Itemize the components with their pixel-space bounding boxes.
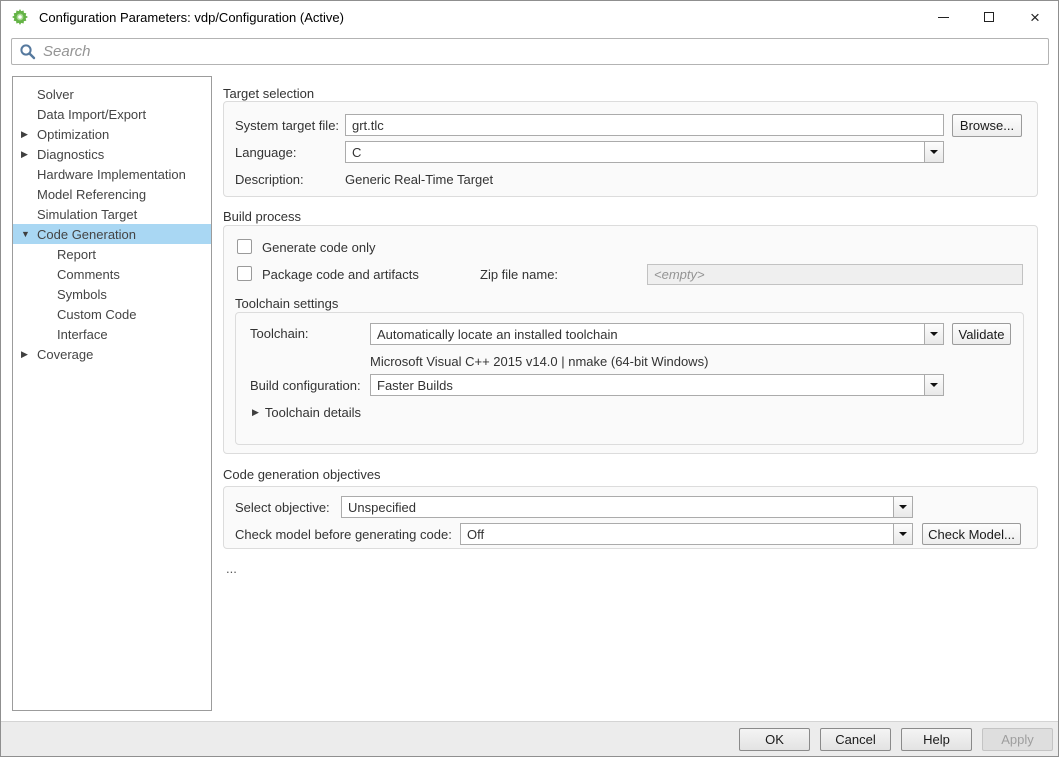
toolchain-description: Microsoft Visual C++ 2015 v14.0 | nmake … xyxy=(370,354,709,369)
chevron-down-icon[interactable] xyxy=(924,324,943,344)
main-panel: Target selection System target file: Bro… xyxy=(223,76,1049,721)
sidebar-item-label: Comments xyxy=(57,266,120,282)
chevron-down-icon[interactable] xyxy=(924,142,943,162)
language-combobox[interactable]: C xyxy=(345,141,944,163)
target-selection-groupbox: System target file: Browse... Language: … xyxy=(223,101,1038,197)
browse-button[interactable]: Browse... xyxy=(952,114,1022,137)
window-title: Configuration Parameters: vdp/Configurat… xyxy=(39,9,344,25)
sidebar-item-label: Optimization xyxy=(37,126,110,142)
objectives-groupbox: Select objective: Unspecified Check mode… xyxy=(223,486,1038,549)
search-bar xyxy=(11,38,1049,65)
sidebar-item-label: Hardware Implementation xyxy=(37,166,186,182)
check-model-combobox[interactable]: Off xyxy=(460,523,913,545)
minimize-button[interactable] xyxy=(920,1,966,33)
sidebar-item-label: Coverage xyxy=(37,346,94,362)
chevron-collapsed-icon[interactable]: ▶ xyxy=(19,149,37,160)
chevron-collapsed-icon: ▶ xyxy=(252,407,259,417)
sidebar-item-comments[interactable]: Comments xyxy=(13,264,211,284)
zip-file-name-input xyxy=(647,264,1023,285)
close-icon: × xyxy=(1030,7,1040,27)
check-model-value: Off xyxy=(467,526,485,542)
select-objective-label: Select objective: xyxy=(235,500,330,515)
toolchain-settings-header: Toolchain settings xyxy=(235,296,339,311)
sidebar-item-optimization[interactable]: ▶ Optimization xyxy=(13,124,211,144)
sidebar-item-label: Data Import/Export xyxy=(37,106,147,122)
minimize-icon xyxy=(937,16,949,18)
generate-code-only-label: Generate code only xyxy=(262,240,376,255)
chevron-collapsed-icon[interactable]: ▶ xyxy=(19,349,37,360)
maximize-icon xyxy=(984,12,994,22)
select-objective-value: Unspecified xyxy=(348,499,416,515)
sidebar-item-label: Interface xyxy=(57,326,108,342)
description-label: Description: xyxy=(235,172,304,187)
sidebar-item-label: Symbols xyxy=(57,286,107,302)
sidebar-item-label: Solver xyxy=(37,86,74,102)
toolchain-value: Automatically locate an installed toolch… xyxy=(377,326,618,342)
toolchain-settings-groupbox: Toolchain: Automatically locate an insta… xyxy=(235,312,1024,445)
check-model-button[interactable]: Check Model... xyxy=(922,523,1021,545)
target-selection-header: Target selection xyxy=(223,86,315,101)
sidebar-item-simulation-target[interactable]: Simulation Target xyxy=(13,204,211,224)
help-button[interactable]: Help xyxy=(901,727,972,751)
cancel-button[interactable]: Cancel xyxy=(820,727,891,751)
gear-icon xyxy=(11,8,29,26)
sidebar-item-diagnostics[interactable]: ▶ Diagnostics xyxy=(13,144,211,164)
chevron-down-icon[interactable] xyxy=(893,524,912,544)
sidebar-item-custom-code[interactable]: Custom Code xyxy=(13,304,211,324)
sidebar-item-interface[interactable]: Interface xyxy=(13,324,211,344)
toolchain-label: Toolchain: xyxy=(250,326,309,341)
sidebar-item-symbols[interactable]: Symbols xyxy=(13,284,211,304)
select-objective-combobox[interactable]: Unspecified xyxy=(341,496,913,518)
chevron-collapsed-icon[interactable]: ▶ xyxy=(19,129,37,140)
chevron-expanded-icon[interactable]: ▼ xyxy=(19,229,37,239)
title-bar: Configuration Parameters: vdp/Configurat… xyxy=(1,1,1058,33)
chevron-down-icon[interactable] xyxy=(893,497,912,517)
sidebar-item-hardware-implementation[interactable]: Hardware Implementation xyxy=(13,164,211,184)
configuration-parameters-dialog: Configuration Parameters: vdp/Configurat… xyxy=(0,0,1059,757)
validate-button[interactable]: Validate xyxy=(952,323,1011,345)
sidebar-tree: Solver Data Import/Export ▶ Optimization ▶ Di… xyxy=(12,76,212,711)
build-process-header: Build process xyxy=(223,209,302,224)
description-value: Generic Real-Time Target xyxy=(345,172,494,187)
sidebar-item-coverage[interactable]: ▶ Coverage xyxy=(13,344,211,364)
search-input[interactable] xyxy=(43,39,1048,64)
sidebar-item-code-generation[interactable]: ▼ Code Generation xyxy=(13,224,211,244)
check-model-label: Check model before generating code: xyxy=(235,527,452,542)
sidebar-item-label: Custom Code xyxy=(57,306,137,322)
ellipsis-text: ... xyxy=(226,561,237,576)
sidebar-item-label: Model Referencing xyxy=(37,186,147,202)
sidebar-item-data-import-export[interactable]: Data Import/Export xyxy=(13,104,211,124)
zip-file-name-label: Zip file name: xyxy=(480,267,559,282)
sidebar-item-solver[interactable]: Solver xyxy=(13,84,211,104)
sidebar-item-model-referencing[interactable]: Model Referencing xyxy=(13,184,211,204)
sidebar-item-label: Diagnostics xyxy=(37,146,105,162)
close-button[interactable]: × xyxy=(1012,1,1058,33)
language-value: C xyxy=(352,144,362,160)
chevron-down-icon[interactable] xyxy=(924,375,943,395)
toolchain-combobox[interactable]: Automatically locate an installed toolch… xyxy=(370,323,944,345)
search-icon xyxy=(19,43,36,60)
sidebar-item-label: Report xyxy=(57,246,97,262)
ok-button[interactable]: OK xyxy=(739,727,810,751)
toolchain-details-label: Toolchain details xyxy=(264,405,362,420)
language-label: Language: xyxy=(235,145,297,160)
apply-button: Apply xyxy=(982,727,1053,751)
sidebar-item-report[interactable]: Report xyxy=(13,244,211,264)
build-process-groupbox: Generate code only Package code and arti… xyxy=(223,225,1038,454)
package-code-label: Package code and artifacts xyxy=(262,267,419,282)
sidebar-item-label: Simulation Target xyxy=(37,206,138,222)
build-configuration-value: Faster Builds xyxy=(377,377,453,393)
system-target-file-input[interactable] xyxy=(345,114,944,136)
footer-bar: OK Cancel Help Apply xyxy=(1,721,1058,756)
generate-code-only-checkbox[interactable] xyxy=(237,239,252,254)
objectives-header: Code generation objectives xyxy=(223,467,381,482)
build-configuration-label: Build configuration: xyxy=(250,378,361,393)
sidebar-item-label: Code Generation xyxy=(37,226,137,242)
package-code-checkbox[interactable] xyxy=(237,266,252,281)
toolchain-details-expander[interactable]: ▶ Toolchain details xyxy=(252,405,361,420)
maximize-button[interactable] xyxy=(966,1,1012,33)
system-target-file-label: System target file: xyxy=(235,118,340,133)
build-configuration-combobox[interactable]: Faster Builds xyxy=(370,374,944,396)
